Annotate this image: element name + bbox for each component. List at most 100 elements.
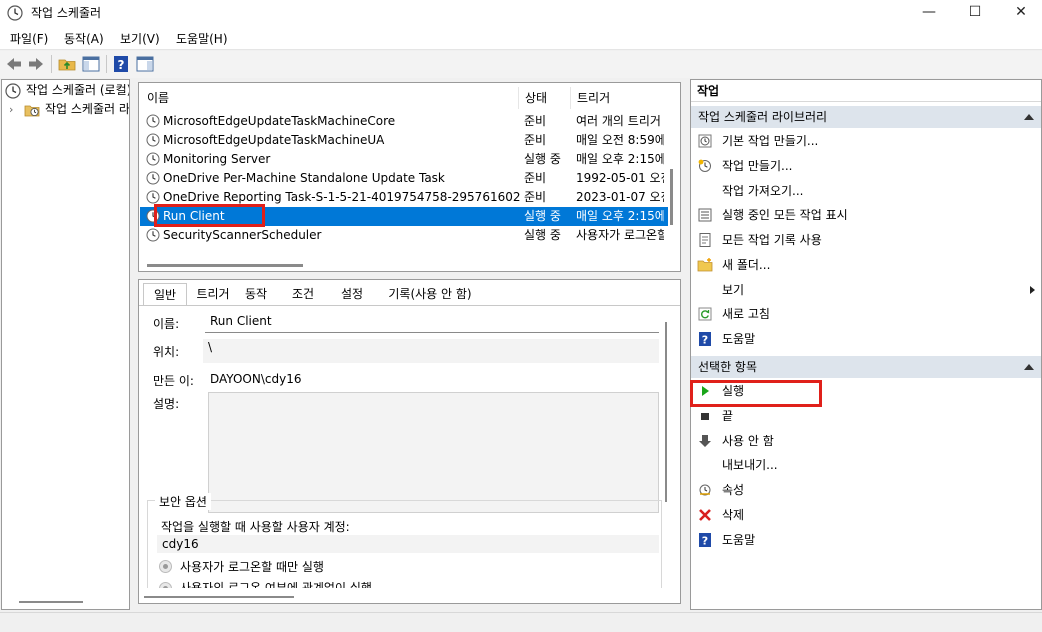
action-item[interactable]: 사용 안 함 [691, 429, 1041, 453]
menu-view[interactable]: 보기(V) [120, 30, 160, 47]
task-row[interactable]: Monitoring Server 실행 중 매일 오후 2:15에 [140, 150, 668, 169]
column-header-status[interactable]: 상태 [525, 89, 547, 106]
task-clock-icon [146, 228, 160, 242]
actions-header: 작업 [691, 80, 1041, 102]
close-button[interactable]: ✕ [998, 0, 1042, 26]
action-label: 도움말 [722, 332, 756, 346]
section-header-selected[interactable]: 선택한 항목 [691, 356, 1041, 378]
enable-history-icon [699, 233, 711, 247]
menu-action[interactable]: 동작(A) [64, 30, 104, 47]
toolbar-separator [51, 55, 52, 73]
task-scheduler-clock-icon [7, 5, 23, 21]
action-label: 보기 [722, 282, 745, 297]
description-label: 설명: [153, 397, 180, 411]
menu-file[interactable]: 파일(F) [10, 30, 48, 47]
column-header-trigger[interactable]: 트리거 [577, 89, 610, 106]
action-item[interactable]: 기본 작업 만들기... [691, 129, 1041, 153]
tab-triggers[interactable]: 트리거 [191, 283, 235, 305]
action-label: 속성 [722, 483, 745, 497]
task-row[interactable]: SecurityScannerScheduler 실행 중 사용자가 로그온할 [140, 226, 668, 245]
action-label: 새 폴더... [722, 257, 771, 272]
task-status: 실행 중 [524, 209, 561, 223]
help-icon[interactable]: ? [111, 54, 131, 74]
tab-conditions[interactable]: 조건 [283, 283, 323, 305]
tab-general[interactable]: 일반 [143, 283, 187, 305]
properties-icon [699, 484, 711, 496]
task-row[interactable]: MicrosoftEdgeUpdateTaskMachineCore 준비 여러 개… [140, 112, 668, 131]
action-label: 새로 고침 [722, 307, 770, 322]
vertical-scrollbar-thumb[interactable] [665, 322, 667, 502]
svg-text:?: ? [118, 58, 125, 72]
run-as-label: 작업을 실행할 때 사용할 사용자 계정: [161, 520, 350, 534]
action-item[interactable]: 실행 중인 모든 작업 표시 [691, 203, 1041, 227]
task-name: MicrosoftEdgeUpdateTaskMachineUA [163, 133, 385, 147]
horizontal-scrollbar-thumb[interactable] [19, 601, 83, 603]
security-options-title: 보안 옵션 [155, 493, 211, 510]
action-item[interactable]: 작업 가져오기... [691, 179, 1041, 203]
actions-pane: 작업 작업 스케줄러 라이브러리 기본 작업 만들기... 작업 만들기... 작업… [690, 79, 1042, 610]
name-field[interactable]: Run Client [205, 309, 659, 333]
action-item[interactable]: ? 도움말 [691, 528, 1041, 552]
collapse-triangle-icon[interactable] [1024, 114, 1034, 120]
horizontal-scrollbar-thumb[interactable] [144, 596, 294, 598]
tab-history[interactable]: 기록(사용 안 함) [380, 283, 480, 305]
tab-settings[interactable]: 설정 [331, 283, 373, 305]
tree-item-root[interactable]: 작업 스케줄러 (로컬) [2, 81, 129, 100]
section-header-library[interactable]: 작업 스케줄러 라이브러리 [691, 106, 1041, 128]
maximize-button[interactable]: ☐ [952, 0, 998, 26]
action-label: 실행 중인 모든 작업 표시 [722, 208, 848, 223]
description-field[interactable] [208, 392, 659, 513]
location-field: \ [203, 339, 659, 363]
help-icon: ? [699, 532, 711, 547]
end-icon [701, 412, 709, 420]
task-name: SecurityScannerScheduler [163, 228, 322, 242]
action-label: 삭제 [722, 507, 745, 522]
action-item[interactable]: 속성 [691, 478, 1041, 502]
action-item[interactable]: 내보내기... [691, 453, 1041, 477]
action-label: 작업 가져오기... [722, 183, 804, 198]
action-item[interactable]: 작업 만들기... [691, 154, 1041, 178]
action-item[interactable]: 끝 [691, 404, 1041, 428]
back-arrow-icon[interactable] [4, 54, 24, 74]
task-list: 이름 상태 트리거 MicrosoftEdgeUpdateTaskMachine… [138, 82, 681, 272]
task-row[interactable]: MicrosoftEdgeUpdateTaskMachineUA 준비 매일 오전 … [140, 131, 668, 150]
column-divider[interactable] [570, 87, 571, 109]
forward-arrow-icon[interactable] [26, 54, 46, 74]
show-hide-action-pane-icon[interactable] [135, 54, 155, 74]
toolbar: ? [0, 51, 1042, 78]
menu-help[interactable]: 도움말(H) [176, 30, 228, 47]
task-status: 준비 [524, 114, 547, 128]
task-row[interactable]: OneDrive Per-Machine Standalone Update T… [140, 169, 668, 188]
action-item[interactable]: 보기 [691, 278, 1041, 302]
horizontal-scrollbar-thumb[interactable] [147, 264, 303, 267]
task-clock-icon [146, 152, 160, 166]
refresh-icon [698, 307, 712, 321]
action-item[interactable]: 새 폴더... [691, 253, 1041, 277]
tree-item-library[interactable]: › 작업 스케줄러 라이브러리 [2, 100, 129, 119]
column-divider[interactable] [518, 87, 519, 109]
chevron-right-icon[interactable]: › [9, 100, 13, 119]
task-clock-icon [146, 114, 160, 128]
collapse-triangle-icon[interactable] [1024, 364, 1034, 370]
up-folder-icon[interactable] [57, 54, 77, 74]
action-item[interactable]: 모든 작업 기록 사용 [691, 228, 1041, 252]
tab-actions[interactable]: 동작 [236, 283, 276, 305]
status-bar [0, 612, 1042, 632]
radio-label: 사용자가 로그온할 때만 실행 [180, 560, 324, 574]
action-label: 끝 [722, 408, 734, 423]
task-trigger: 2023-01-07 오전 [576, 190, 664, 204]
author-label: 만든 이: [153, 374, 194, 388]
action-item[interactable]: ? 도움말 [691, 327, 1041, 351]
action-label: 내보내기... [722, 458, 778, 473]
vertical-scrollbar-thumb[interactable] [670, 169, 673, 225]
minimize-button[interactable]: — [906, 0, 952, 26]
column-header-name[interactable]: 이름 [147, 89, 169, 106]
task-details: 일반 트리거 동작 조건 설정 기록(사용 안 함) 이름: Run Clien… [138, 279, 681, 604]
action-item[interactable]: 삭제 [691, 503, 1041, 527]
action-item[interactable]: 새로 고침 [691, 302, 1041, 326]
disable-icon [699, 434, 711, 447]
radio-run-only-logged-on[interactable] [159, 560, 172, 573]
task-status: 준비 [524, 190, 547, 204]
show-hide-console-tree-icon[interactable] [81, 54, 101, 74]
svg-text:?: ? [702, 334, 708, 347]
